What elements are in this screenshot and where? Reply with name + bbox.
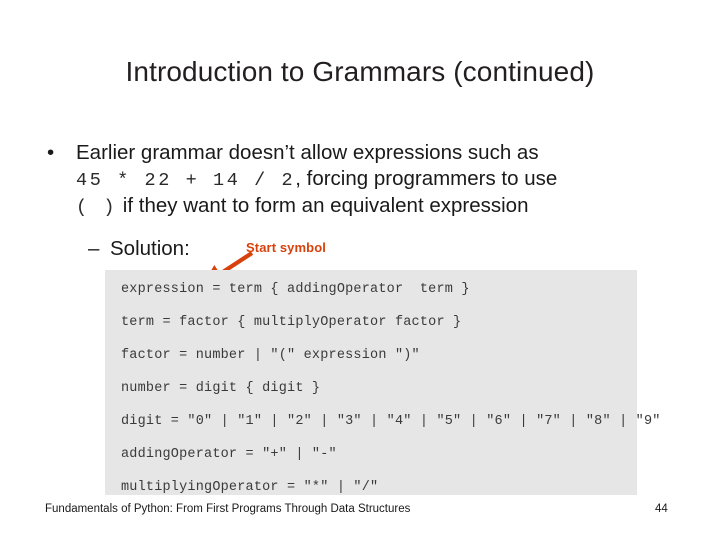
slide-canvas: Introduction to Grammars (continued) • E…	[0, 0, 720, 540]
code-line-adding-operator: addingOperator = "+" | "-"	[121, 447, 337, 462]
bullet-dot-icon: •	[47, 141, 55, 164]
code-line-factor: factor = number | "(" expression ")"	[121, 348, 420, 363]
expression-example-code: 45 * 22 + 14 / 2	[76, 169, 296, 191]
code-line-term: term = factor { multiplyOperator factor …	[121, 315, 462, 330]
bullet-line-1: Earlier grammar doesn’t allow expression…	[76, 140, 684, 166]
code-line-multiplying-operator: multiplyingOperator = "*" | "/"	[121, 480, 379, 495]
solution-label: Solution:	[110, 237, 190, 260]
body-bullet-list: • Earlier grammar doesn’t allow expressi…	[44, 140, 684, 221]
bullet-line-2-text: , forcing programmers to use	[295, 166, 558, 190]
bullet-item-solution: – Solution:	[88, 236, 190, 261]
footer-source-text: Fundamentals of Python: From First Progr…	[45, 503, 411, 515]
parentheses-code: ( )	[76, 197, 118, 218]
bullet-line-2: 45 * 22 + 14 / 2, forcing programmers to…	[76, 166, 684, 194]
start-symbol-annotation: Start symbol	[246, 240, 326, 255]
page-title: Introduction to Grammars (continued)	[125, 56, 595, 87]
code-line-expression: expression = term { addingOperator term …	[121, 282, 470, 297]
code-line-digit: digit = "0" | "1" | "2" | "3" | "4" | "5…	[121, 414, 661, 429]
bullet-line-1-text: Earlier grammar doesn’t allow expression…	[76, 141, 539, 164]
code-line-number: number = digit { digit }	[121, 381, 321, 396]
bullet-item-primary: • Earlier grammar doesn’t allow expressi…	[44, 140, 684, 221]
grammar-code-block: expression = term { addingOperator term …	[105, 270, 660, 495]
bullet-line-3: ( ) if they want to form an equivalent e…	[76, 193, 684, 221]
bullet-line-3-text: if they want to form an equivalent expre…	[117, 194, 529, 217]
dash-bullet-icon: –	[88, 237, 100, 260]
footer-page-number: 44	[655, 503, 668, 515]
